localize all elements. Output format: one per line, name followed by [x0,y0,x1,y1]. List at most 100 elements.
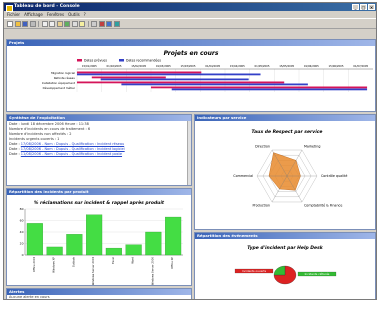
pie-chart: Type d'incident par Help Desk Incidents … [234,245,337,285]
bar[interactable] [66,234,83,256]
bar-category-label: Word [131,257,135,264]
menu-fenetres[interactable]: Fenêtres [47,11,64,18]
gantt-date-label: 15/04/2005 [230,64,245,68]
bar-ytick-label: 60 [20,219,24,223]
bar[interactable] [165,216,182,256]
new-icon[interactable] [7,20,13,27]
radar-axis-label: Commercial [233,174,253,178]
synthese-lines: Date : lundi 18 décembre 2006 Heure : 11… [7,121,191,157]
open-icon[interactable] [14,20,21,27]
bar-category-label: Office XP [170,257,174,269]
gantt-date-label: 15/02/2005 [131,64,146,68]
menu-fichier[interactable]: Fichier [7,11,20,18]
synthese-line-text: Date : [9,142,21,146]
barchart-panel: Répartition des incidents par produit % … [6,188,192,286]
save-icon[interactable] [22,20,28,27]
gantt-bar-prevue[interactable] [77,71,202,74]
synthese-line: Date : 11/08/2006 - Nom : Dupuis - Quali… [7,152,191,157]
pie-slice[interactable] [273,265,286,276]
gantt-date-label: 01/04/2005 [205,64,220,68]
gantt-bar-recommandee[interactable] [171,88,368,91]
title-bar: Tableau de bord - Console _ □ × [4,3,376,12]
gantt-date-label: 15/06/2005 [329,64,344,68]
gantt-date-label: 15/01/2005 [82,64,97,68]
gantt-bar-recommandee[interactable] [121,83,308,86]
cut-icon[interactable] [41,20,48,27]
paste-icon[interactable] [56,20,63,27]
gantt-bar-prevue[interactable] [91,76,166,79]
bar[interactable] [125,244,142,256]
bar-category-label: Windows Server 2000 [150,257,154,285]
refresh-icon[interactable] [64,20,70,27]
radar-axis-label: Contrôle qualité [321,174,347,178]
help-icon[interactable] [79,20,85,27]
synthese-line-link[interactable]: 11/08/2006 - Nom : Dupuis - Qualificatio… [21,152,122,156]
window-controls: _ □ × [352,4,375,10]
synthese-panel: Synthèse de l'exploitation Date : lundi … [6,114,192,186]
gantt-date-label: 01/05/2005 [255,64,270,68]
bar[interactable] [86,214,103,256]
gantt-row-label: Installation équipement [42,81,76,85]
alertes-panel: Alertes Aucune alerte en cours [6,288,192,299]
menu-affichage[interactable]: Affichage [24,11,43,18]
close-button[interactable]: × [368,4,375,10]
maximize-button[interactable]: □ [360,4,367,10]
menu-help[interactable]: ? [84,11,86,18]
grid-icon[interactable] [91,20,97,27]
synthese-line-text: Nombre d'incidents non affectés : 2 [9,132,72,136]
cascade-icon[interactable] [113,20,120,27]
legend-swatch-prevues [77,59,82,62]
tile-icon[interactable] [106,20,112,27]
gantt-bar-recommandee[interactable] [77,73,261,76]
menu-bar: Fichier Affichage Fenêtres Outils ? [4,11,376,18]
synthese-line-text: Date : [9,152,21,156]
bar-ytick-label: 20 [20,242,24,246]
gantt-row-label: Migration logiciel [51,71,75,75]
gantt-date-label: 15/03/2005 [181,64,196,68]
radar-axis-label: Marketing [304,145,320,149]
synthese-line-text: Nombre d'incidents en cours de traitemen… [9,127,91,131]
radar-chart: Taux de Respect par service Marketing Con… [233,129,347,207]
find-icon[interactable] [71,20,78,27]
bar-category-label: Excel [111,257,115,264]
synthese-scrollbar[interactable] [187,121,191,185]
pie-slice-label: Incidents clôturés [305,272,330,276]
pie-title: Type d'incident par Help Desk [247,245,324,251]
copy-icon[interactable] [49,20,55,27]
gantt-bar-prevue[interactable] [77,81,285,84]
legend-swatch-recommandees [119,59,124,62]
bar-chart-title: % réclamations sur incident & rappel apr… [34,199,165,206]
gantt-chart: Projets en cours Dates prévues Dates rec… [42,50,373,92]
gantt-bar-recommandee[interactable] [100,78,249,81]
gantt-date-label: 15/05/2005 [279,64,294,68]
print-icon[interactable] [29,20,36,27]
alertes-text: Aucune alerte en cours [9,295,50,299]
gantt-row-label: Développement métier [43,86,76,90]
toolbar-separator [38,20,39,27]
legend-recommandees: Dates recommandées [126,59,161,63]
bar[interactable] [145,231,162,256]
radar-axis-label: Direction [255,145,270,149]
bar-category-label: Windows XP [52,257,56,273]
menu-outils[interactable]: Outils [68,11,80,18]
radar-series-area[interactable] [268,152,301,191]
synthese-line-link[interactable]: 17/08/2006 - Nom : Dupuis - Qualificatio… [21,142,124,146]
synthese-line-link[interactable]: 17/08/2006 - Nom : Dupuis - Qualificatio… [21,147,125,151]
minimize-button[interactable]: _ [352,4,359,10]
bar[interactable] [105,247,122,256]
bar-ytick-label: 40 [20,230,24,234]
gantt-date-label: 01/06/2005 [304,64,319,68]
chart-icon[interactable] [98,20,105,27]
gantt-bar-prevue[interactable] [151,86,368,89]
radar-panel: Indicateurs par service Taux de Respect … [194,114,376,230]
bar[interactable] [46,246,63,256]
bar-category-label: Windows Server 2003 [91,257,95,285]
bar-ytick-label: 80 [20,207,24,211]
gantt-date-label: 01/03/2005 [156,64,171,68]
bar-category-label: Outlook [71,257,75,268]
toolbar [4,18,376,29]
radar-title: Taux de Respect par service [252,129,323,135]
bar[interactable] [26,223,43,256]
window-title: Tableau de bord - Console [14,4,80,9]
pie-slice-label: Incidents ouverts [242,269,267,273]
